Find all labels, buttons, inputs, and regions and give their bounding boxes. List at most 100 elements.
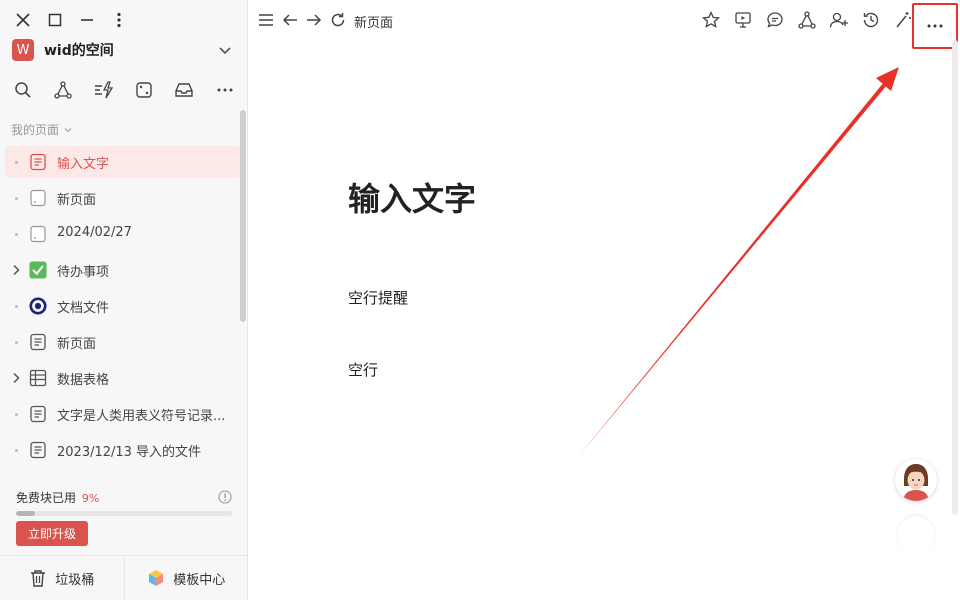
close-window-button[interactable] [11, 8, 35, 32]
dice-icon [136, 82, 152, 98]
content-scrollbar[interactable] [952, 40, 958, 515]
doc-lines-icon [29, 405, 47, 423]
template-cube-icon [147, 569, 165, 587]
close-icon [16, 13, 30, 27]
sidebar-page-item[interactable]: 文字是人类用表义符号记录... [5, 398, 240, 430]
forward-button[interactable] [303, 9, 325, 31]
secondary-floating-button[interactable] [897, 516, 935, 554]
inbox-icon [175, 83, 193, 97]
doc-lines-icon [29, 153, 47, 171]
sidebar-page-label: 输入文字 [57, 157, 110, 172]
presentation-icon [735, 12, 751, 28]
workspace-name: wid的空间 [44, 43, 114, 59]
sidebar-footer: 垃圾桶 模板中心 [0, 555, 248, 600]
sidebar-page-label: 数据表格 [57, 373, 110, 388]
doc-lines-icon [29, 441, 47, 459]
quick-actions-button[interactable] [92, 78, 116, 102]
chevron-down-icon [64, 127, 72, 132]
graph-button[interactable] [51, 78, 75, 102]
search-button[interactable] [11, 78, 35, 102]
page-list: 输入文字 新页面 2024/02/27 待办事项 文档文件 新页面 数据表格 文字是人类用表义… [5, 146, 240, 470]
sidebar-page-item[interactable]: 输入文字 [5, 146, 240, 178]
maximize-icon [48, 13, 62, 27]
check-box-icon [29, 261, 47, 279]
graph-view-button[interactable] [796, 9, 818, 31]
lightning-icon [95, 81, 114, 99]
trash-button[interactable]: 垃圾桶 [0, 556, 124, 600]
sidebar-page-label: 2023/12/13 导入的文件 [57, 445, 202, 460]
back-button[interactable] [279, 9, 301, 31]
page-breadcrumb-title: 新页面 [354, 16, 394, 31]
minimize-window-button[interactable] [75, 8, 99, 32]
sidebar-page-item[interactable]: 文档文件 [5, 290, 240, 322]
sidebar: W wid的空间 我的页面 输入文字 新页面 2024/02/27 待办事项 文档文件新… [0, 0, 248, 600]
magic-wand-icon [896, 12, 911, 28]
graph-nodes-icon [54, 81, 72, 99]
eye-circle-icon [29, 297, 47, 315]
inbox-button[interactable] [172, 78, 196, 102]
ai-magic-button[interactable] [892, 9, 914, 31]
window-menu-button[interactable] [107, 8, 131, 32]
sidebar-page-item[interactable]: 待办事项 [5, 254, 240, 286]
bullet-dot-icon [9, 191, 23, 205]
my-pages-section[interactable]: 我的页面 [11, 121, 73, 138]
history-button[interactable] [860, 9, 882, 31]
sidebar-toolbar [0, 78, 248, 102]
document-paragraph[interactable]: 空行 [348, 359, 378, 380]
document-paragraph[interactable]: 空行提醒 [348, 287, 408, 308]
chevron-right-icon[interactable] [9, 371, 23, 385]
more-dots-icon [217, 88, 233, 92]
refresh-button[interactable] [327, 9, 349, 31]
bullet-dot-icon [9, 155, 23, 169]
blank-page-icon [29, 225, 47, 243]
table-icon [29, 369, 47, 387]
maximize-window-button[interactable] [43, 8, 67, 32]
quota-progress-fill [16, 511, 36, 516]
block-quota: 免费块已用 9% [16, 489, 232, 516]
toggle-sidebar-button[interactable] [255, 9, 277, 31]
trash-icon [29, 569, 47, 587]
top-bar: 新页面 [249, 0, 960, 40]
history-icon [863, 12, 879, 28]
refresh-icon [331, 13, 345, 27]
sidebar-page-label: 新页面 [57, 193, 97, 208]
window-controls [0, 0, 248, 40]
bullet-dot-icon [9, 227, 23, 241]
presentation-button[interactable] [732, 9, 754, 31]
blank-page-icon [29, 189, 47, 207]
more-tools-button[interactable] [213, 78, 237, 102]
share-members-button[interactable] [828, 9, 850, 31]
favorite-button[interactable] [700, 9, 722, 31]
sidebar-page-item[interactable]: 新页面 [5, 182, 240, 214]
sidebar-page-label: 文档文件 [57, 301, 110, 316]
sidebar-scrollbar[interactable] [240, 110, 246, 322]
sidebar-page-item[interactable]: 2023/12/13 导入的文件 [5, 434, 240, 466]
sidebar-page-item[interactable]: 数据表格 [5, 362, 240, 394]
template-center-button[interactable]: 模板中心 [123, 556, 249, 600]
add-user-icon [829, 12, 848, 28]
upgrade-button[interactable]: 立即升级 [16, 521, 88, 546]
sidebar-page-label: 文字是人类用表义符号记录... [57, 409, 226, 424]
sidebar-page-label: 2024/02/27 [57, 225, 132, 240]
info-icon[interactable] [218, 490, 232, 504]
chevron-right-icon[interactable] [9, 263, 23, 277]
assistant-avatar-button[interactable] [895, 459, 937, 501]
comments-button[interactable] [764, 9, 786, 31]
document-title[interactable]: 输入文字 [348, 174, 476, 220]
dice-button[interactable] [132, 78, 156, 102]
sidebar-page-label: 新页面 [57, 337, 97, 352]
workspace-avatar: W [12, 39, 34, 61]
quota-percent: 9% [81, 492, 100, 505]
sidebar-page-item[interactable]: 新页面 [5, 326, 240, 358]
bullet-dot-icon [9, 443, 23, 457]
minimize-icon [81, 19, 93, 21]
more-dots-icon [927, 24, 943, 28]
section-label-text: 我的页面 [11, 123, 60, 137]
sidebar-page-item[interactable]: 2024/02/27 [5, 218, 240, 250]
doc-lines-icon [29, 333, 47, 351]
bullet-dot-icon [9, 299, 23, 313]
star-icon [702, 11, 720, 28]
graph-nodes-icon [798, 11, 816, 29]
workspace-switcher[interactable]: W wid的空间 [12, 38, 236, 62]
quota-progress-bar [16, 511, 232, 516]
